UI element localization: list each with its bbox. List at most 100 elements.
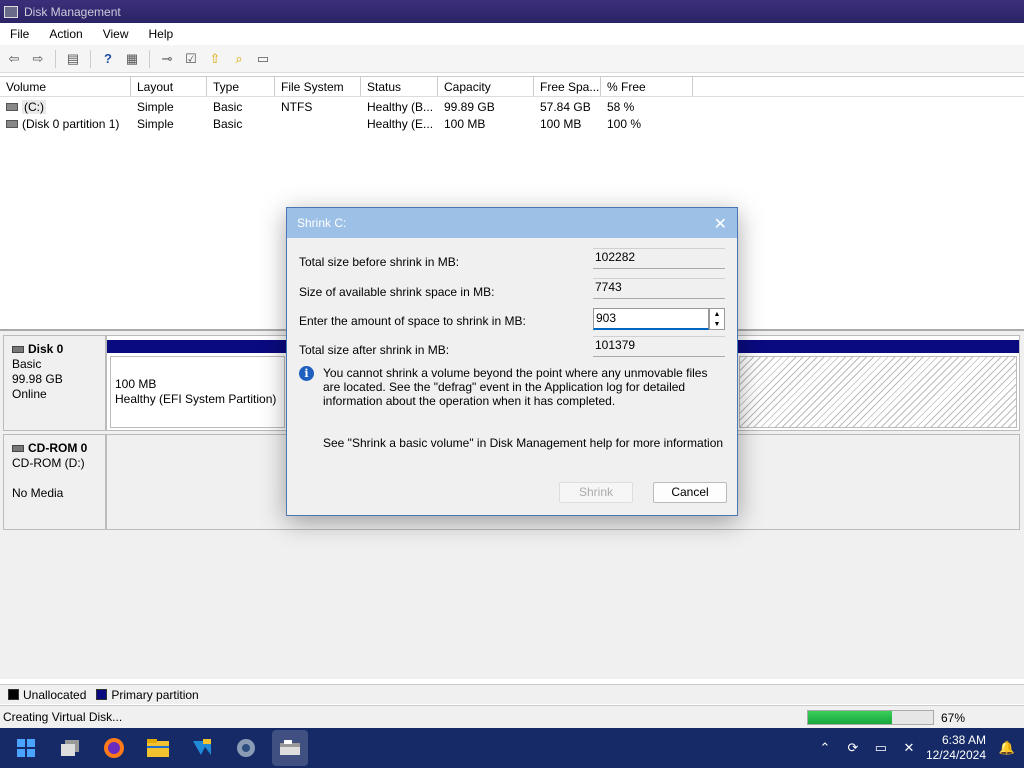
menu-help[interactable]: Help bbox=[139, 27, 184, 41]
legend-unallocated: Unallocated bbox=[8, 688, 86, 702]
shrink-amount-spinner[interactable]: ▲ ▼ bbox=[709, 308, 725, 330]
display-icon[interactable]: ▭ bbox=[870, 740, 892, 756]
dialog-title-bar: Shrink C: ✕ bbox=[287, 208, 737, 238]
layout-cell: Simple bbox=[137, 99, 174, 114]
status-text: Creating Virtual Disk... bbox=[3, 710, 123, 724]
capacity-cell: 99.89 GB bbox=[444, 99, 495, 114]
vscode-icon[interactable] bbox=[184, 730, 220, 766]
table-row[interactable]: (C:) Simple Basic NTFS Healthy (B... 99.… bbox=[0, 98, 1024, 115]
notification-bell-icon[interactable]: 🔔 bbox=[996, 740, 1018, 756]
back-icon[interactable]: ⇦ bbox=[4, 49, 24, 69]
column-layout[interactable]: Layout bbox=[131, 77, 207, 96]
legend-label: Unallocated bbox=[23, 687, 87, 702]
spin-down-icon[interactable]: ▼ bbox=[714, 321, 721, 328]
settings-icon[interactable]: ▭ bbox=[253, 49, 273, 69]
layout-cell: Simple bbox=[137, 116, 174, 131]
c-partition[interactable] bbox=[739, 356, 1017, 428]
progress-bar bbox=[807, 710, 934, 725]
type-cell: Basic bbox=[213, 116, 243, 131]
capacity-cell: 100 MB bbox=[444, 116, 486, 131]
title-bar: Disk Management bbox=[0, 0, 1024, 23]
column-percent-free[interactable]: % Free bbox=[601, 77, 693, 96]
column-volume[interactable]: Volume bbox=[0, 77, 131, 96]
column-capacity[interactable]: Capacity bbox=[438, 77, 534, 96]
column-file-system[interactable]: File System bbox=[275, 77, 361, 96]
shrink-button[interactable]: Shrink bbox=[559, 482, 633, 503]
menu-view[interactable]: View bbox=[93, 27, 139, 41]
efi-partition-size: 100 MB bbox=[115, 377, 157, 391]
connect-icon[interactable]: ⊸ bbox=[157, 49, 177, 69]
close-icon[interactable]: ✕ bbox=[714, 214, 727, 234]
efi-partition[interactable]: 100 MB Healthy (EFI System Partition) bbox=[110, 356, 285, 428]
menu-action[interactable]: Action bbox=[39, 27, 92, 41]
legend-swatch-unallocated bbox=[8, 689, 19, 700]
sync-alert-icon[interactable]: ⟳ bbox=[842, 740, 864, 756]
file-system-cell: NTFS bbox=[281, 99, 313, 114]
disk-0-type: Basic bbox=[12, 357, 42, 371]
clock[interactable]: 6:38 AM 12/24/2024 bbox=[926, 733, 986, 763]
disk-0-label[interactable]: Disk 0 Basic 99.98 GB Online bbox=[3, 335, 106, 431]
dialog-title: Shrink C: bbox=[297, 216, 347, 230]
total-before-value: 102282 bbox=[593, 248, 725, 269]
total-before-label: Total size before shrink in MB: bbox=[299, 255, 460, 269]
free-space-cell: 100 MB bbox=[540, 116, 582, 131]
column-free-space[interactable]: Free Spa... bbox=[534, 77, 601, 96]
total-after-value: 101379 bbox=[593, 336, 725, 357]
task-view-icon[interactable] bbox=[52, 730, 88, 766]
legend-primary: Primary partition bbox=[96, 687, 199, 702]
table-row[interactable]: (Disk 0 partition 1) Simple Basic Health… bbox=[0, 115, 1024, 132]
drive-icon bbox=[6, 120, 18, 129]
help-icon[interactable]: ? bbox=[98, 49, 118, 69]
volume-name: (C:) bbox=[22, 99, 46, 114]
legend-label: Primary partition bbox=[111, 687, 199, 702]
column-type[interactable]: Type bbox=[207, 77, 275, 96]
legend-swatch-primary bbox=[96, 689, 108, 700]
disk-list-icon[interactable]: ▦ bbox=[122, 49, 142, 69]
system-tray: ⌃ ⟳ ▭ ✕ 6:38 AM 12/24/2024 🔔 bbox=[814, 728, 1024, 768]
window-title: Disk Management bbox=[24, 4, 121, 19]
disk-0-name: Disk 0 bbox=[28, 342, 64, 356]
status-cell: Healthy (E... bbox=[367, 116, 434, 131]
disk-0-title: Disk 0 bbox=[12, 342, 97, 357]
chevron-up-icon[interactable]: ⌃ bbox=[814, 740, 836, 756]
shrink-amount-input[interactable]: 903 bbox=[593, 308, 709, 330]
forward-icon[interactable]: ⇨ bbox=[28, 49, 48, 69]
total-after-label: Total size after shrink in MB: bbox=[299, 343, 450, 357]
column-status[interactable]: Status bbox=[361, 77, 438, 96]
progress-fill bbox=[808, 711, 892, 724]
check-icon[interactable]: ☑ bbox=[181, 49, 201, 69]
properties-icon[interactable]: ▤ bbox=[63, 49, 83, 69]
disk-management-icon bbox=[4, 5, 18, 18]
start-icon[interactable] bbox=[8, 730, 44, 766]
cancel-button[interactable]: Cancel bbox=[653, 482, 727, 503]
cdrom-0-title: CD-ROM 0 bbox=[12, 441, 97, 456]
volume-muted-icon[interactable]: ✕ bbox=[898, 740, 920, 756]
settings-icon[interactable] bbox=[228, 730, 264, 766]
up-icon[interactable]: ⇧ bbox=[205, 49, 225, 69]
volume-cell: (C:) bbox=[0, 99, 131, 114]
file-explorer-icon[interactable] bbox=[140, 730, 176, 766]
disk-icon bbox=[12, 346, 24, 353]
efi-partition-status: Healthy (EFI System Partition) bbox=[115, 392, 277, 406]
shrink-amount-label: Enter the amount of space to shrink in M… bbox=[299, 314, 526, 328]
cdrom-0-state: No Media bbox=[12, 486, 64, 500]
firefox-icon[interactable] bbox=[96, 730, 132, 766]
spin-up-icon[interactable]: ▲ bbox=[714, 311, 721, 318]
shrink-dialog: Shrink C: ✕ Total size before shrink in … bbox=[286, 207, 738, 516]
status-cell: Healthy (B... bbox=[367, 99, 434, 114]
taskbar: ⌃ ⟳ ▭ ✕ 6:38 AM 12/24/2024 🔔 bbox=[0, 728, 1024, 768]
status-bar: Creating Virtual Disk... 67% bbox=[0, 705, 1024, 728]
disk-management-icon[interactable] bbox=[272, 730, 308, 766]
percent-free-cell: 100 % bbox=[607, 116, 642, 131]
disk-0-size: 99.98 GB bbox=[12, 372, 63, 386]
search-icon[interactable]: ⌕ bbox=[229, 49, 249, 69]
info-icon: i bbox=[299, 366, 314, 381]
cdrom-0-label[interactable]: CD-ROM 0 CD-ROM (D:) No Media bbox=[3, 434, 106, 530]
toolbar: ⇦ ⇨ ▤ ? ▦ ⊸ ☑ ⇧ ⌕ ▭ bbox=[0, 45, 1024, 73]
legend: Unallocated Primary partition bbox=[0, 684, 1024, 704]
menu-file[interactable]: File bbox=[0, 27, 39, 41]
free-space-cell: 57.84 GB bbox=[540, 99, 591, 114]
available-space-value: 7743 bbox=[593, 278, 725, 299]
info-message: You cannot shrink a volume beyond the po… bbox=[323, 366, 708, 408]
